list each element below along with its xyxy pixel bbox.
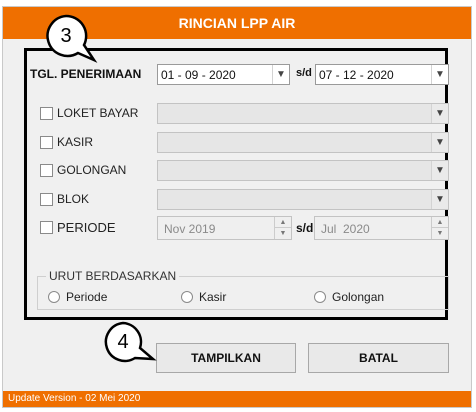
- radio-periode[interactable]: [48, 291, 60, 303]
- kasir-label: KASIR: [57, 135, 94, 149]
- spin-up-icon[interactable]: ▲: [275, 217, 291, 228]
- callout-4-number: 4: [117, 331, 128, 353]
- loket-bayar-dropdown[interactable]: ▼: [157, 103, 449, 124]
- golongan-dropdown[interactable]: ▼: [157, 160, 449, 181]
- blok-label: BLOK: [57, 192, 90, 206]
- chevron-down-icon[interactable]: ▼: [431, 190, 448, 209]
- loket-bayar-label: LOKET BAYAR: [57, 106, 139, 120]
- spin-down-icon[interactable]: ▼: [275, 228, 291, 239]
- kasir-dropdown[interactable]: ▼: [157, 132, 449, 153]
- spin-down-icon[interactable]: ▼: [432, 228, 448, 239]
- loket-bayar-checkbox[interactable]: [40, 107, 53, 120]
- periode-to-spinner[interactable]: Jul 2020 ▲ ▼: [314, 216, 449, 240]
- callout-3-number: 3: [60, 25, 71, 47]
- golongan-checkbox[interactable]: [40, 164, 53, 177]
- chevron-down-icon[interactable]: ▼: [431, 104, 448, 123]
- kasir-checkbox[interactable]: [40, 136, 53, 149]
- tgl-to-value: 07 - 12 - 2020: [319, 68, 394, 82]
- tgl-from-dropdown[interactable]: 01 - 09 - 2020 ▼: [157, 64, 290, 85]
- callout-4: 4: [104, 321, 157, 363]
- periode-to-value: Jul 2020: [321, 222, 370, 236]
- callout-3: 3: [46, 14, 98, 63]
- radio-kasir-label: Kasir: [199, 290, 227, 304]
- periode-checkbox[interactable]: [40, 221, 53, 234]
- tampilkan-button[interactable]: TAMPILKAN: [156, 343, 296, 373]
- chevron-down-icon[interactable]: ▼: [431, 133, 448, 152]
- tgl-sd-label: s/d: [296, 67, 312, 79]
- spinner-buttons[interactable]: ▲ ▼: [431, 217, 448, 239]
- periode-label: PERIODE: [57, 220, 116, 235]
- update-version-footer: Update Version - 02 Mei 2020: [3, 391, 471, 407]
- chevron-down-icon[interactable]: ▼: [272, 65, 289, 84]
- spin-up-icon[interactable]: ▲: [432, 217, 448, 228]
- radio-kasir[interactable]: [181, 291, 193, 303]
- chevron-down-icon[interactable]: ▼: [431, 161, 448, 180]
- batal-button[interactable]: BATAL: [308, 343, 449, 373]
- radio-periode-label: Periode: [66, 290, 108, 304]
- urut-berdasarkan-title: URUT BERDASARKAN: [46, 269, 180, 283]
- radio-golongan-label: Golongan: [332, 290, 385, 304]
- tgl-to-dropdown[interactable]: 07 - 12 - 2020 ▼: [315, 64, 449, 85]
- tgl-from-value: 01 - 09 - 2020: [161, 68, 236, 82]
- chevron-down-icon[interactable]: ▼: [431, 65, 448, 84]
- periode-from-spinner[interactable]: Nov 2019 ▲ ▼: [157, 216, 292, 240]
- periode-sd-label: s/d: [296, 221, 314, 235]
- tgl-penerimaan-label: TGL. PENERIMAAN: [30, 67, 142, 81]
- blok-dropdown[interactable]: ▼: [157, 189, 449, 210]
- radio-golongan[interactable]: [314, 291, 326, 303]
- periode-from-value: Nov 2019: [164, 222, 216, 236]
- spinner-buttons[interactable]: ▲ ▼: [274, 217, 291, 239]
- golongan-label: GOLONGAN: [57, 163, 127, 177]
- blok-checkbox[interactable]: [40, 193, 53, 206]
